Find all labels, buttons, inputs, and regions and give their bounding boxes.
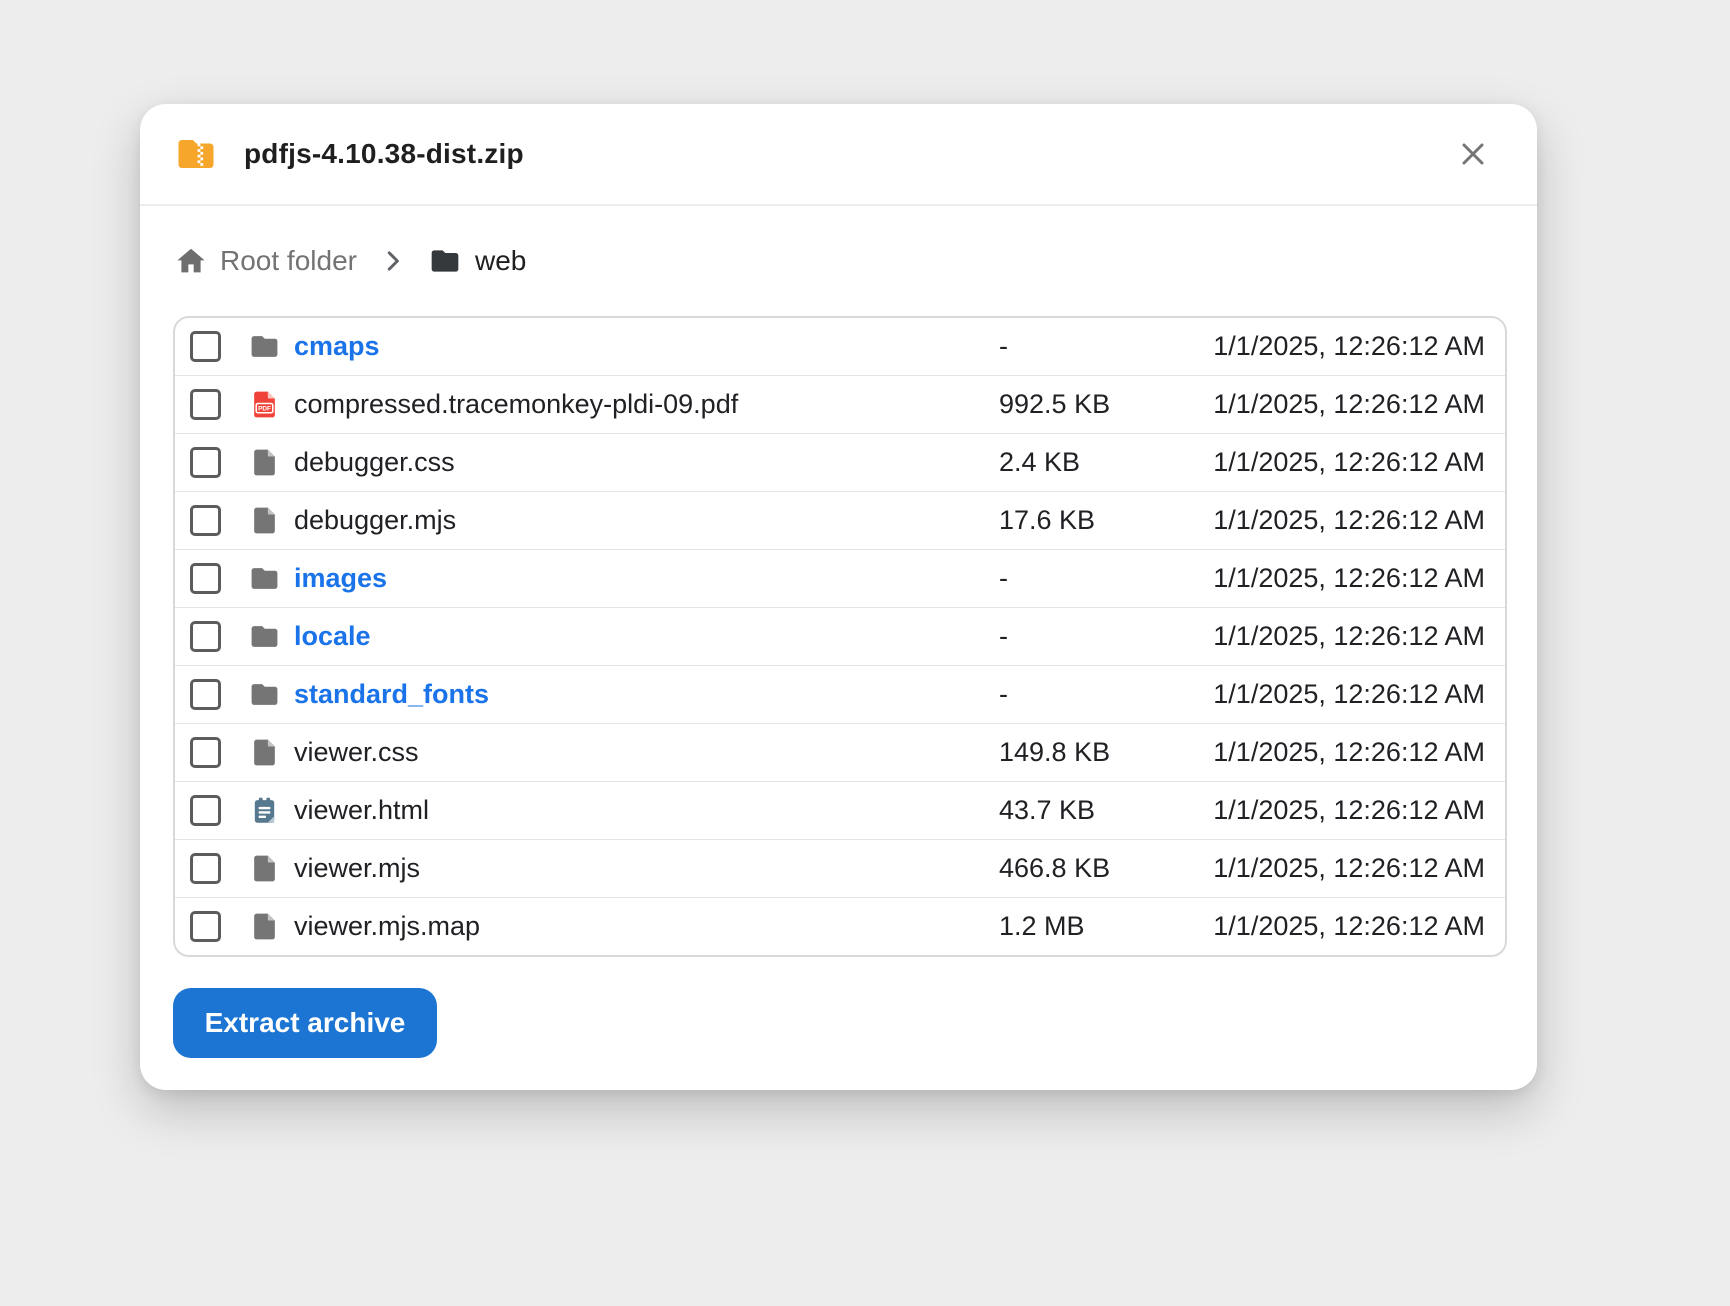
file-size: 17.6 KB [999,505,1213,536]
file-size: 1.2 MB [999,911,1213,942]
table-row: compressed.tracemonkey-pldi-09.pdf 992.5… [175,375,1505,433]
row-checkbox[interactable] [190,911,221,942]
zip-archive-icon [173,133,219,175]
file-name: debugger.mjs [294,505,999,536]
file-modified: 1/1/2025, 12:26:12 AM [1213,853,1485,884]
file-icon [249,737,280,768]
file-modified: 1/1/2025, 12:26:12 AM [1213,447,1485,478]
file-name: compressed.tracemonkey-pldi-09.pdf [294,389,999,420]
zip-viewer-dialog: pdfjs-4.10.38-dist.zip Root folder web [140,104,1537,1090]
file-icon [249,911,280,942]
folder-icon [429,245,461,277]
chevron-right-icon [378,246,408,276]
table-row: viewer.mjs 466.8 KB 1/1/2025, 12:26:12 A… [175,839,1505,897]
file-name: viewer.mjs.map [294,911,999,942]
file-name: viewer.css [294,737,999,768]
row-checkbox[interactable] [190,447,221,478]
breadcrumb-root-label: Root folder [220,245,357,277]
row-checkbox[interactable] [190,389,221,420]
file-icon [249,505,280,536]
file-modified: 1/1/2025, 12:26:12 AM [1213,795,1485,826]
file-modified: 1/1/2025, 12:26:12 AM [1213,621,1485,652]
file-size: 466.8 KB [999,853,1213,884]
folder-icon [249,331,280,362]
table-row: cmaps - 1/1/2025, 12:26:12 AM [175,318,1505,375]
file-modified: 1/1/2025, 12:26:12 AM [1213,679,1485,710]
row-checkbox[interactable] [190,679,221,710]
file-table: cmaps - 1/1/2025, 12:26:12 AM compressed… [173,316,1507,957]
file-modified: 1/1/2025, 12:26:12 AM [1213,911,1485,942]
row-checkbox[interactable] [190,621,221,652]
table-row: debugger.mjs 17.6 KB 1/1/2025, 12:26:12 … [175,491,1505,549]
close-icon[interactable] [1455,136,1491,172]
breadcrumb: Root folder web [140,206,1537,316]
file-size: 992.5 KB [999,389,1213,420]
file-size: - [999,563,1213,594]
archive-title: pdfjs-4.10.38-dist.zip [244,138,524,170]
table-row: locale - 1/1/2025, 12:26:12 AM [175,607,1505,665]
file-size: - [999,679,1213,710]
file-modified: 1/1/2025, 12:26:12 AM [1213,563,1485,594]
file-size: 43.7 KB [999,795,1213,826]
table-row: standard_fonts - 1/1/2025, 12:26:12 AM [175,665,1505,723]
file-modified: 1/1/2025, 12:26:12 AM [1213,331,1485,362]
folder-icon [249,621,280,652]
html-file-icon [249,795,280,826]
breadcrumb-current-label: web [475,245,526,277]
row-checkbox[interactable] [190,331,221,362]
folder-icon [249,563,280,594]
file-name: viewer.html [294,795,999,826]
table-row: viewer.mjs.map 1.2 MB 1/1/2025, 12:26:12… [175,897,1505,955]
table-row: images - 1/1/2025, 12:26:12 AM [175,549,1505,607]
row-checkbox[interactable] [190,853,221,884]
folder-name-link[interactable]: cmaps [294,331,999,362]
folder-icon [249,679,280,710]
file-size: 149.8 KB [999,737,1213,768]
row-checkbox[interactable] [190,737,221,768]
extract-archive-button[interactable]: Extract archive [173,988,437,1058]
file-modified: 1/1/2025, 12:26:12 AM [1213,737,1485,768]
file-size: 2.4 KB [999,447,1213,478]
file-name: debugger.css [294,447,999,478]
file-size: - [999,621,1213,652]
file-icon [249,853,280,884]
file-modified: 1/1/2025, 12:26:12 AM [1213,389,1485,420]
table-row: viewer.html 43.7 KB 1/1/2025, 12:26:12 A… [175,781,1505,839]
dialog-header: pdfjs-4.10.38-dist.zip [140,104,1537,206]
breadcrumb-current: web [429,245,526,277]
pdf-file-icon [249,389,280,420]
table-row: viewer.css 149.8 KB 1/1/2025, 12:26:12 A… [175,723,1505,781]
folder-name-link[interactable]: locale [294,621,999,652]
file-modified: 1/1/2025, 12:26:12 AM [1213,505,1485,536]
breadcrumb-root[interactable]: Root folder [175,245,357,277]
row-checkbox[interactable] [190,505,221,536]
file-name: viewer.mjs [294,853,999,884]
file-size: - [999,331,1213,362]
home-icon [175,245,207,277]
row-checkbox[interactable] [190,795,221,826]
folder-name-link[interactable]: images [294,563,999,594]
file-icon [249,447,280,478]
row-checkbox[interactable] [190,563,221,594]
table-row: debugger.css 2.4 KB 1/1/2025, 12:26:12 A… [175,433,1505,491]
folder-name-link[interactable]: standard_fonts [294,679,999,710]
